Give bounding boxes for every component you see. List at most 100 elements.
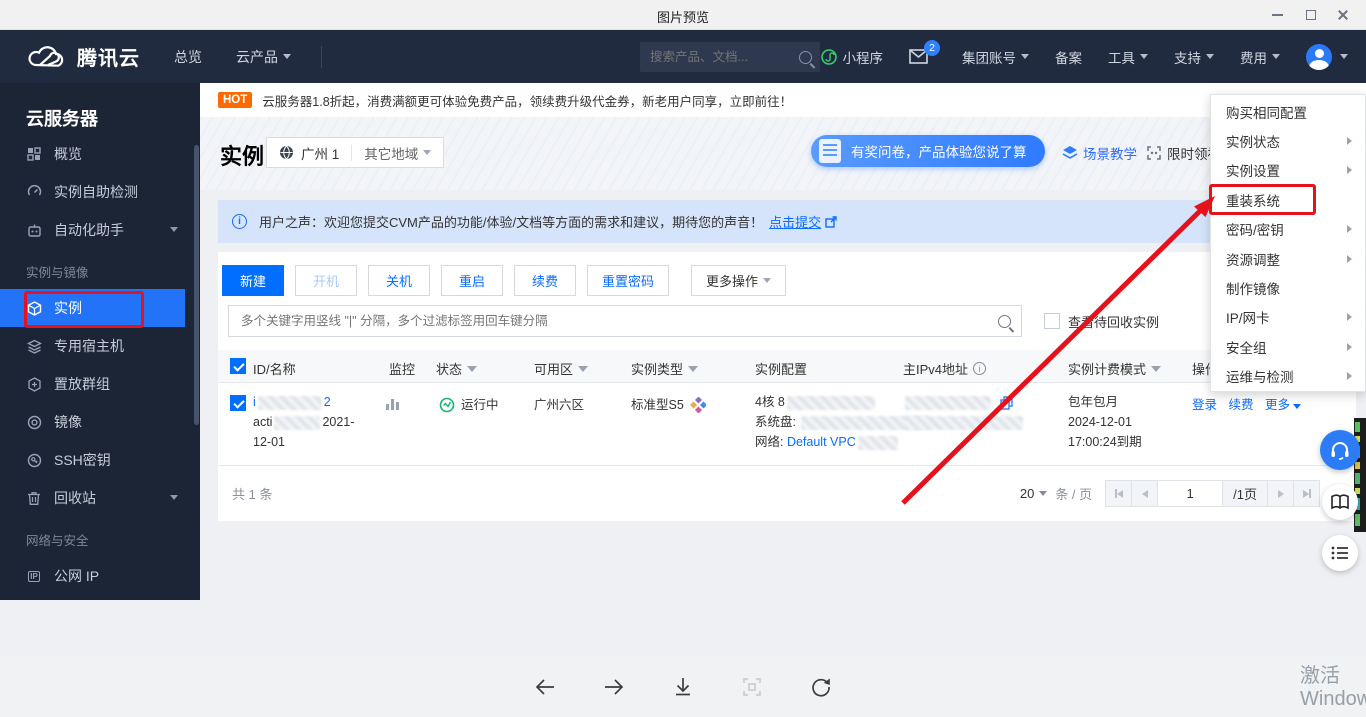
restart-button[interactable]: 重启 — [441, 265, 503, 296]
user-menu[interactable] — [1306, 44, 1348, 70]
col-status: 状态 — [436, 359, 477, 378]
fit-screen-icon[interactable] — [731, 666, 773, 708]
total-count: 共 1 条 — [232, 484, 272, 503]
menu-item-reinstall-system[interactable]: 重装系统 — [1211, 185, 1365, 214]
filter-icon[interactable] — [467, 366, 477, 372]
global-search[interactable] — [640, 42, 820, 72]
login-link[interactable]: 登录 — [1192, 398, 1217, 412]
select-all-checkbox[interactable] — [230, 358, 246, 374]
sidebar-item-images[interactable]: 镜像 — [0, 403, 200, 441]
sidebar-item-public-ip[interactable]: 公网 IP — [0, 557, 200, 595]
global-search-input[interactable] — [648, 49, 799, 65]
search-icon — [998, 315, 1011, 328]
renew-button[interactable]: 续费 — [514, 265, 576, 296]
sidebar-item-instances[interactable]: 实例 — [0, 289, 185, 327]
menu-item-password-key[interactable]: 密码/密钥 — [1211, 215, 1365, 244]
close-button[interactable] — [1326, 0, 1360, 30]
renew-link[interactable]: 续费 — [1229, 398, 1254, 412]
tencent-cloud-logo[interactable]: 腾讯云 — [26, 42, 140, 71]
sidebar-item-overview[interactable]: 概览 — [0, 135, 200, 173]
status-cell: 运行中 — [439, 395, 499, 415]
recycle-checkbox[interactable] — [1044, 313, 1060, 329]
sidebar-item-placement-group[interactable]: 置放群组 — [0, 365, 200, 403]
documentation-button[interactable] — [1322, 484, 1358, 520]
menu-item-ip-nic[interactable]: IP/网卡 — [1211, 303, 1365, 332]
recycle-checkbox-label[interactable]: 查看待回收实例 — [1068, 312, 1159, 331]
vpc-link[interactable]: Default VPC — [787, 435, 856, 449]
start-button[interactable]: 开机 — [295, 265, 357, 296]
row-checkbox[interactable] — [230, 395, 246, 411]
nav-overview[interactable]: 总览 — [174, 47, 202, 67]
nav-billing[interactable]: 费用 — [1240, 47, 1280, 67]
notice-bar: 用户之声：欢迎您提交CVM产品的功能/体验/文档等方面的需求和建议，期待您的声音… — [218, 200, 1356, 243]
nav-products[interactable]: 云产品 — [236, 47, 291, 67]
promo-text: 云服务器1.8折起，消费满额更可体验免费产品，领续费升级代金券，新老用户同享，立… — [262, 91, 792, 110]
prev-page-button[interactable] — [1131, 480, 1158, 507]
sidebar-scrollbar[interactable] — [194, 145, 199, 425]
promo-banner[interactable]: HOT 云服务器1.8折起，消费满额更可体验免费产品，领续费升级代金券，新老用户… — [200, 83, 1366, 117]
avatar — [1306, 44, 1332, 70]
notice-submit-link[interactable]: 点击提交 — [769, 212, 821, 231]
notice-text: 用户之声：欢迎您提交CVM产品的功能/体验/文档等方面的需求和建议，期待您的声音… — [259, 212, 763, 231]
back-arrow-icon[interactable] — [524, 666, 566, 708]
edge-toolbar-fragment — [1354, 418, 1366, 532]
menu-item-security-group[interactable]: 安全组 — [1211, 332, 1365, 361]
info-icon[interactable] — [973, 362, 986, 375]
instance-id-cell[interactable]: i2 acti2021- 12-01 — [253, 392, 354, 452]
feedback-list-button[interactable] — [1322, 535, 1358, 571]
message-count-badge: 2 — [924, 40, 940, 56]
nav-support[interactable]: 支持 — [1174, 47, 1214, 67]
menu-item-instance-status[interactable]: 实例状态 — [1211, 126, 1365, 155]
minimize-button[interactable] — [1260, 0, 1294, 30]
customer-service-button[interactable] — [1320, 430, 1360, 470]
nav-tools[interactable]: 工具 — [1108, 47, 1148, 67]
submenu-arrow-icon — [1347, 255, 1352, 263]
nav-messages[interactable]: 2 — [909, 49, 928, 64]
col-zone: 可用区 — [534, 359, 588, 378]
copy-icon[interactable] — [1000, 396, 1014, 410]
more-link[interactable]: 更多 — [1265, 398, 1290, 412]
scene-teaching-link[interactable]: 场景教学 — [1062, 143, 1137, 163]
rotate-icon[interactable] — [800, 666, 842, 708]
maximize-button[interactable] — [1294, 0, 1328, 30]
download-icon[interactable] — [662, 666, 704, 708]
region-selector[interactable]: 广州 1 其它地域 — [266, 137, 444, 168]
keyword-search[interactable] — [228, 305, 1022, 337]
filter-icon[interactable] — [688, 366, 698, 372]
scene-icon — [1062, 145, 1078, 161]
filter-icon[interactable] — [578, 366, 588, 372]
create-button[interactable]: 新建 — [222, 265, 284, 296]
shutdown-button[interactable]: 关机 — [368, 265, 430, 296]
preview-toolbar — [0, 656, 1366, 717]
region-other[interactable]: 其它地域 — [364, 143, 418, 163]
forward-arrow-icon[interactable] — [593, 666, 635, 708]
sidebar-item-ssh-key[interactable]: SSH密钥 — [0, 441, 200, 479]
sidebar-item-automation-assistant[interactable]: 自动化助手 — [0, 211, 200, 249]
nav-beian[interactable]: 备案 — [1055, 47, 1082, 67]
monitor-chart-icon[interactable] — [386, 398, 399, 410]
menu-item-resource-adjust[interactable]: 资源调整 — [1211, 244, 1365, 273]
last-page-button[interactable] — [1293, 480, 1320, 507]
book-icon — [1330, 494, 1350, 511]
next-page-button[interactable] — [1267, 480, 1294, 507]
survey-banner[interactable]: 有奖问卷，产品体验您说了算 — [811, 135, 1045, 167]
menu-item-instance-settings[interactable]: 实例设置 — [1211, 156, 1365, 185]
first-page-button[interactable] — [1105, 480, 1132, 507]
sidebar-item-dedicated-host[interactable]: 专用宿主机 — [0, 327, 200, 365]
filter-icon[interactable] — [1151, 366, 1161, 372]
sidebar-item-self-check[interactable]: 实例自助检测 — [0, 173, 200, 211]
nav-group-account[interactable]: 集团账号 — [962, 47, 1029, 67]
menu-item-create-image[interactable]: 制作镜像 — [1211, 273, 1365, 302]
billing-cell: 包年包月 2024-12-01 17:00:24到期 — [1068, 392, 1142, 452]
menu-item-ops-detect[interactable]: 运维与检测 — [1211, 362, 1365, 391]
chevron-down-icon — [170, 227, 178, 232]
page-number-input[interactable] — [1157, 480, 1223, 507]
menu-item-buy-same-config[interactable]: 购买相同配置 — [1211, 97, 1365, 126]
sidebar-item-recycle-bin[interactable]: 回收站 — [0, 479, 200, 517]
more-actions-button[interactable]: 更多操作 — [691, 265, 786, 296]
page-size-select[interactable]: 20 条 / 页 — [1020, 484, 1092, 503]
search-input[interactable] — [239, 313, 998, 329]
reset-password-button[interactable]: 重置密码 — [587, 265, 669, 296]
page-title: 实例 — [220, 139, 264, 171]
nav-mini-program[interactable]: 小程序 — [821, 47, 884, 67]
